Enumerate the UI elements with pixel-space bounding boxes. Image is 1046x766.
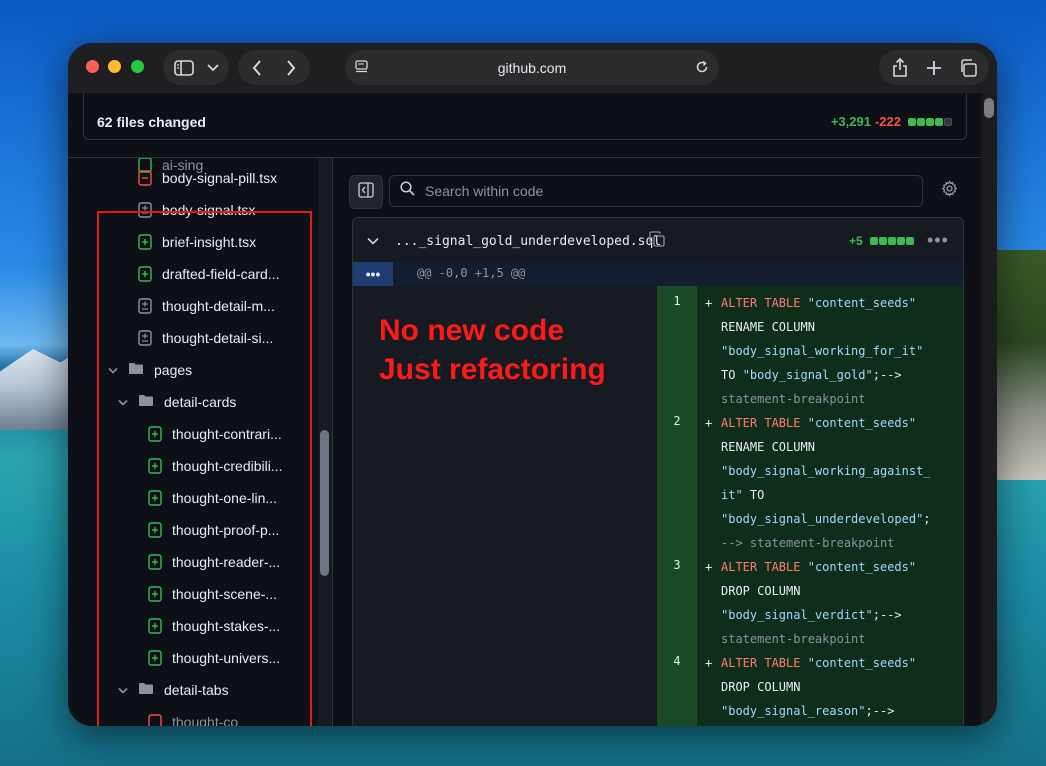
diff-file-card: ..._signal_gold_underdeveloped.sql +5 ••… xyxy=(352,217,964,726)
code-line: "body_signal_underdeveloped"; xyxy=(721,512,931,526)
additions-count: +3,291 xyxy=(830,114,871,129)
more-options-icon[interactable]: ••• xyxy=(927,230,949,251)
code-line: TO "body_signal_gold";--> xyxy=(721,368,902,382)
expand-hunk-button[interactable]: ••• xyxy=(353,262,393,286)
hunk-header: @@ -0,0 +1,5 @@ xyxy=(417,266,526,280)
browser-window: github.com 62 files changed +3,291 -222 xyxy=(68,43,997,726)
files-changed-summary: 62 files changed +3,291 -222 xyxy=(83,93,967,140)
address-bar[interactable]: github.com xyxy=(345,50,719,85)
code-line: --> statement-breakpoint xyxy=(721,536,895,550)
code-line: DROP COLUMN xyxy=(721,584,801,598)
highlight-box xyxy=(97,211,312,726)
sidebar-toggle-group xyxy=(163,50,229,85)
reload-icon[interactable] xyxy=(695,60,709,79)
new-tab-plus-icon[interactable] xyxy=(917,50,951,85)
code-search-box[interactable] xyxy=(389,175,923,207)
code-line: "body_signal_reason";--> xyxy=(721,704,895,718)
code-line: RENAME COLUMN xyxy=(721,440,815,454)
page-menu-icon[interactable] xyxy=(355,60,369,79)
diff-filename[interactable]: ..._signal_gold_underdeveloped.sql xyxy=(395,234,661,249)
code-line: statement-breakpoint xyxy=(721,632,866,646)
browser-actions xyxy=(879,50,989,85)
code-line: ALTER TABLE "content_seeds" xyxy=(721,296,917,310)
files-changed-label: 62 files changed xyxy=(97,114,206,130)
code-line: "body_signal_verdict";--> xyxy=(721,608,902,622)
file-diffstat-bar xyxy=(869,237,914,245)
browser-toolbar: github.com xyxy=(68,43,997,93)
line-number[interactable]: 2 xyxy=(657,414,697,428)
code-line: ALTER TABLE "content_seeds" xyxy=(721,656,917,670)
hunk-header-row: ••• @@ -0,0 +1,5 @@ xyxy=(353,262,963,286)
code-line: "body_signal_working_for_it" xyxy=(721,344,924,358)
code-line: it" TO xyxy=(721,488,765,502)
sidebar-icon[interactable] xyxy=(167,50,201,85)
add-marker: + xyxy=(705,296,713,310)
gear-icon xyxy=(941,180,958,202)
settings-gear-button[interactable] xyxy=(938,180,960,202)
collapse-chevron-icon[interactable] xyxy=(367,232,379,250)
diff-file-header: ..._signal_gold_underdeveloped.sql +5 ••… xyxy=(353,218,963,263)
page-scrollbar-thumb[interactable] xyxy=(984,98,994,118)
add-marker: + xyxy=(705,656,713,670)
navigation-group xyxy=(238,50,310,85)
pane-divider[interactable] xyxy=(332,158,333,726)
annotation-text: No new code Just refactoring xyxy=(379,311,606,389)
github-page: 62 files changed +3,291 -222 ai-sing bod… xyxy=(68,93,997,726)
file-removed-icon xyxy=(138,170,152,186)
back-arrow-icon[interactable] xyxy=(240,50,274,85)
code-line: ALTER TABLE "content_seeds" xyxy=(721,416,917,430)
diffstat-bar xyxy=(908,117,952,126)
copy-icon[interactable] xyxy=(649,231,665,252)
line-number[interactable]: 3 xyxy=(657,558,697,572)
chevron-down-icon[interactable] xyxy=(201,50,225,85)
close-window-button[interactable] xyxy=(86,60,99,73)
tree-item-body-signal-pill[interactable]: body-signal-pill.tsx xyxy=(138,162,277,194)
add-marker: + xyxy=(705,416,713,430)
file-diff-stats: +5 xyxy=(849,234,914,248)
url-text[interactable]: github.com xyxy=(498,60,566,76)
annotation-line-2: Just refactoring xyxy=(379,353,606,386)
diff-stats: +3,291 -222 xyxy=(831,114,952,129)
annotation-line-1: No new code xyxy=(379,314,565,347)
line-number[interactable]: 1 xyxy=(657,294,697,308)
sidebar-collapse-icon xyxy=(358,181,374,203)
tree-item-label: body-signal-pill.tsx xyxy=(162,170,278,186)
add-marker: + xyxy=(705,560,713,574)
line-number[interactable]: 4 xyxy=(657,654,697,668)
file-additions-count: +5 xyxy=(849,234,863,248)
file-tree-scrollbar-thumb[interactable] xyxy=(320,430,329,576)
share-icon[interactable] xyxy=(883,50,917,85)
code-line: "body_signal_working_against_ xyxy=(721,464,931,478)
code-line: statement-breakpoint xyxy=(721,392,866,406)
forward-arrow-icon[interactable] xyxy=(274,50,308,85)
search-icon xyxy=(400,181,415,201)
zoom-window-button[interactable] xyxy=(131,60,144,73)
deletions-count: -222 xyxy=(874,114,901,129)
page-scrollbar-track[interactable] xyxy=(981,93,997,726)
code-line: DROP COLUMN xyxy=(721,680,801,694)
minimize-window-button[interactable] xyxy=(108,60,121,73)
code-line: ALTER TABLE "content_seeds" xyxy=(721,560,917,574)
code-line: RENAME COLUMN xyxy=(721,320,815,334)
toggle-file-tree-button[interactable] xyxy=(349,175,383,209)
tab-overview-icon[interactable] xyxy=(951,50,985,85)
search-input[interactable] xyxy=(423,182,897,200)
